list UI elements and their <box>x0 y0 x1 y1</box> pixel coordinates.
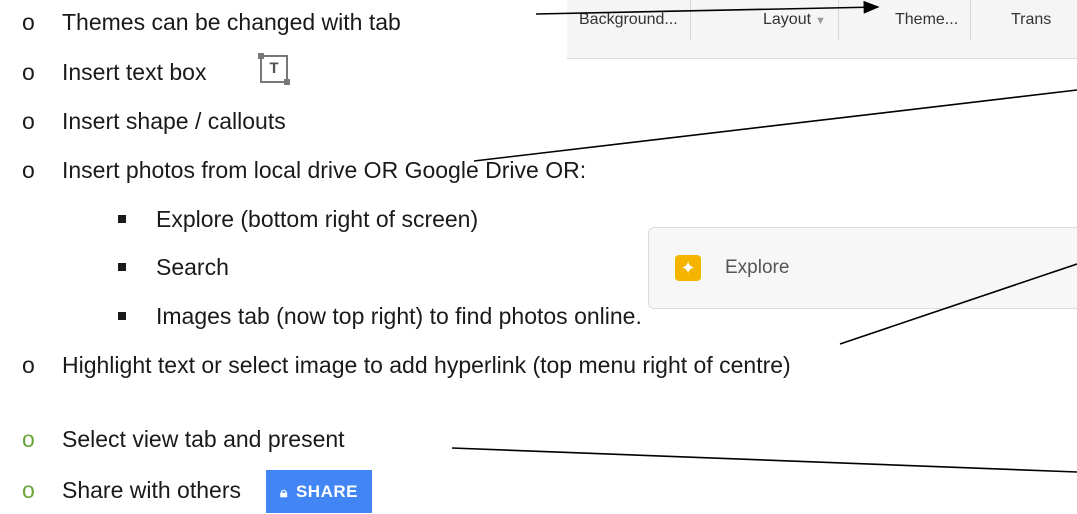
arrow-to-theme <box>535 0 880 15</box>
line-view-tab <box>451 447 1077 473</box>
line-images-tab <box>839 263 1077 345</box>
annotation-lines <box>451 0 1077 473</box>
line-shape-callout <box>473 89 1077 162</box>
